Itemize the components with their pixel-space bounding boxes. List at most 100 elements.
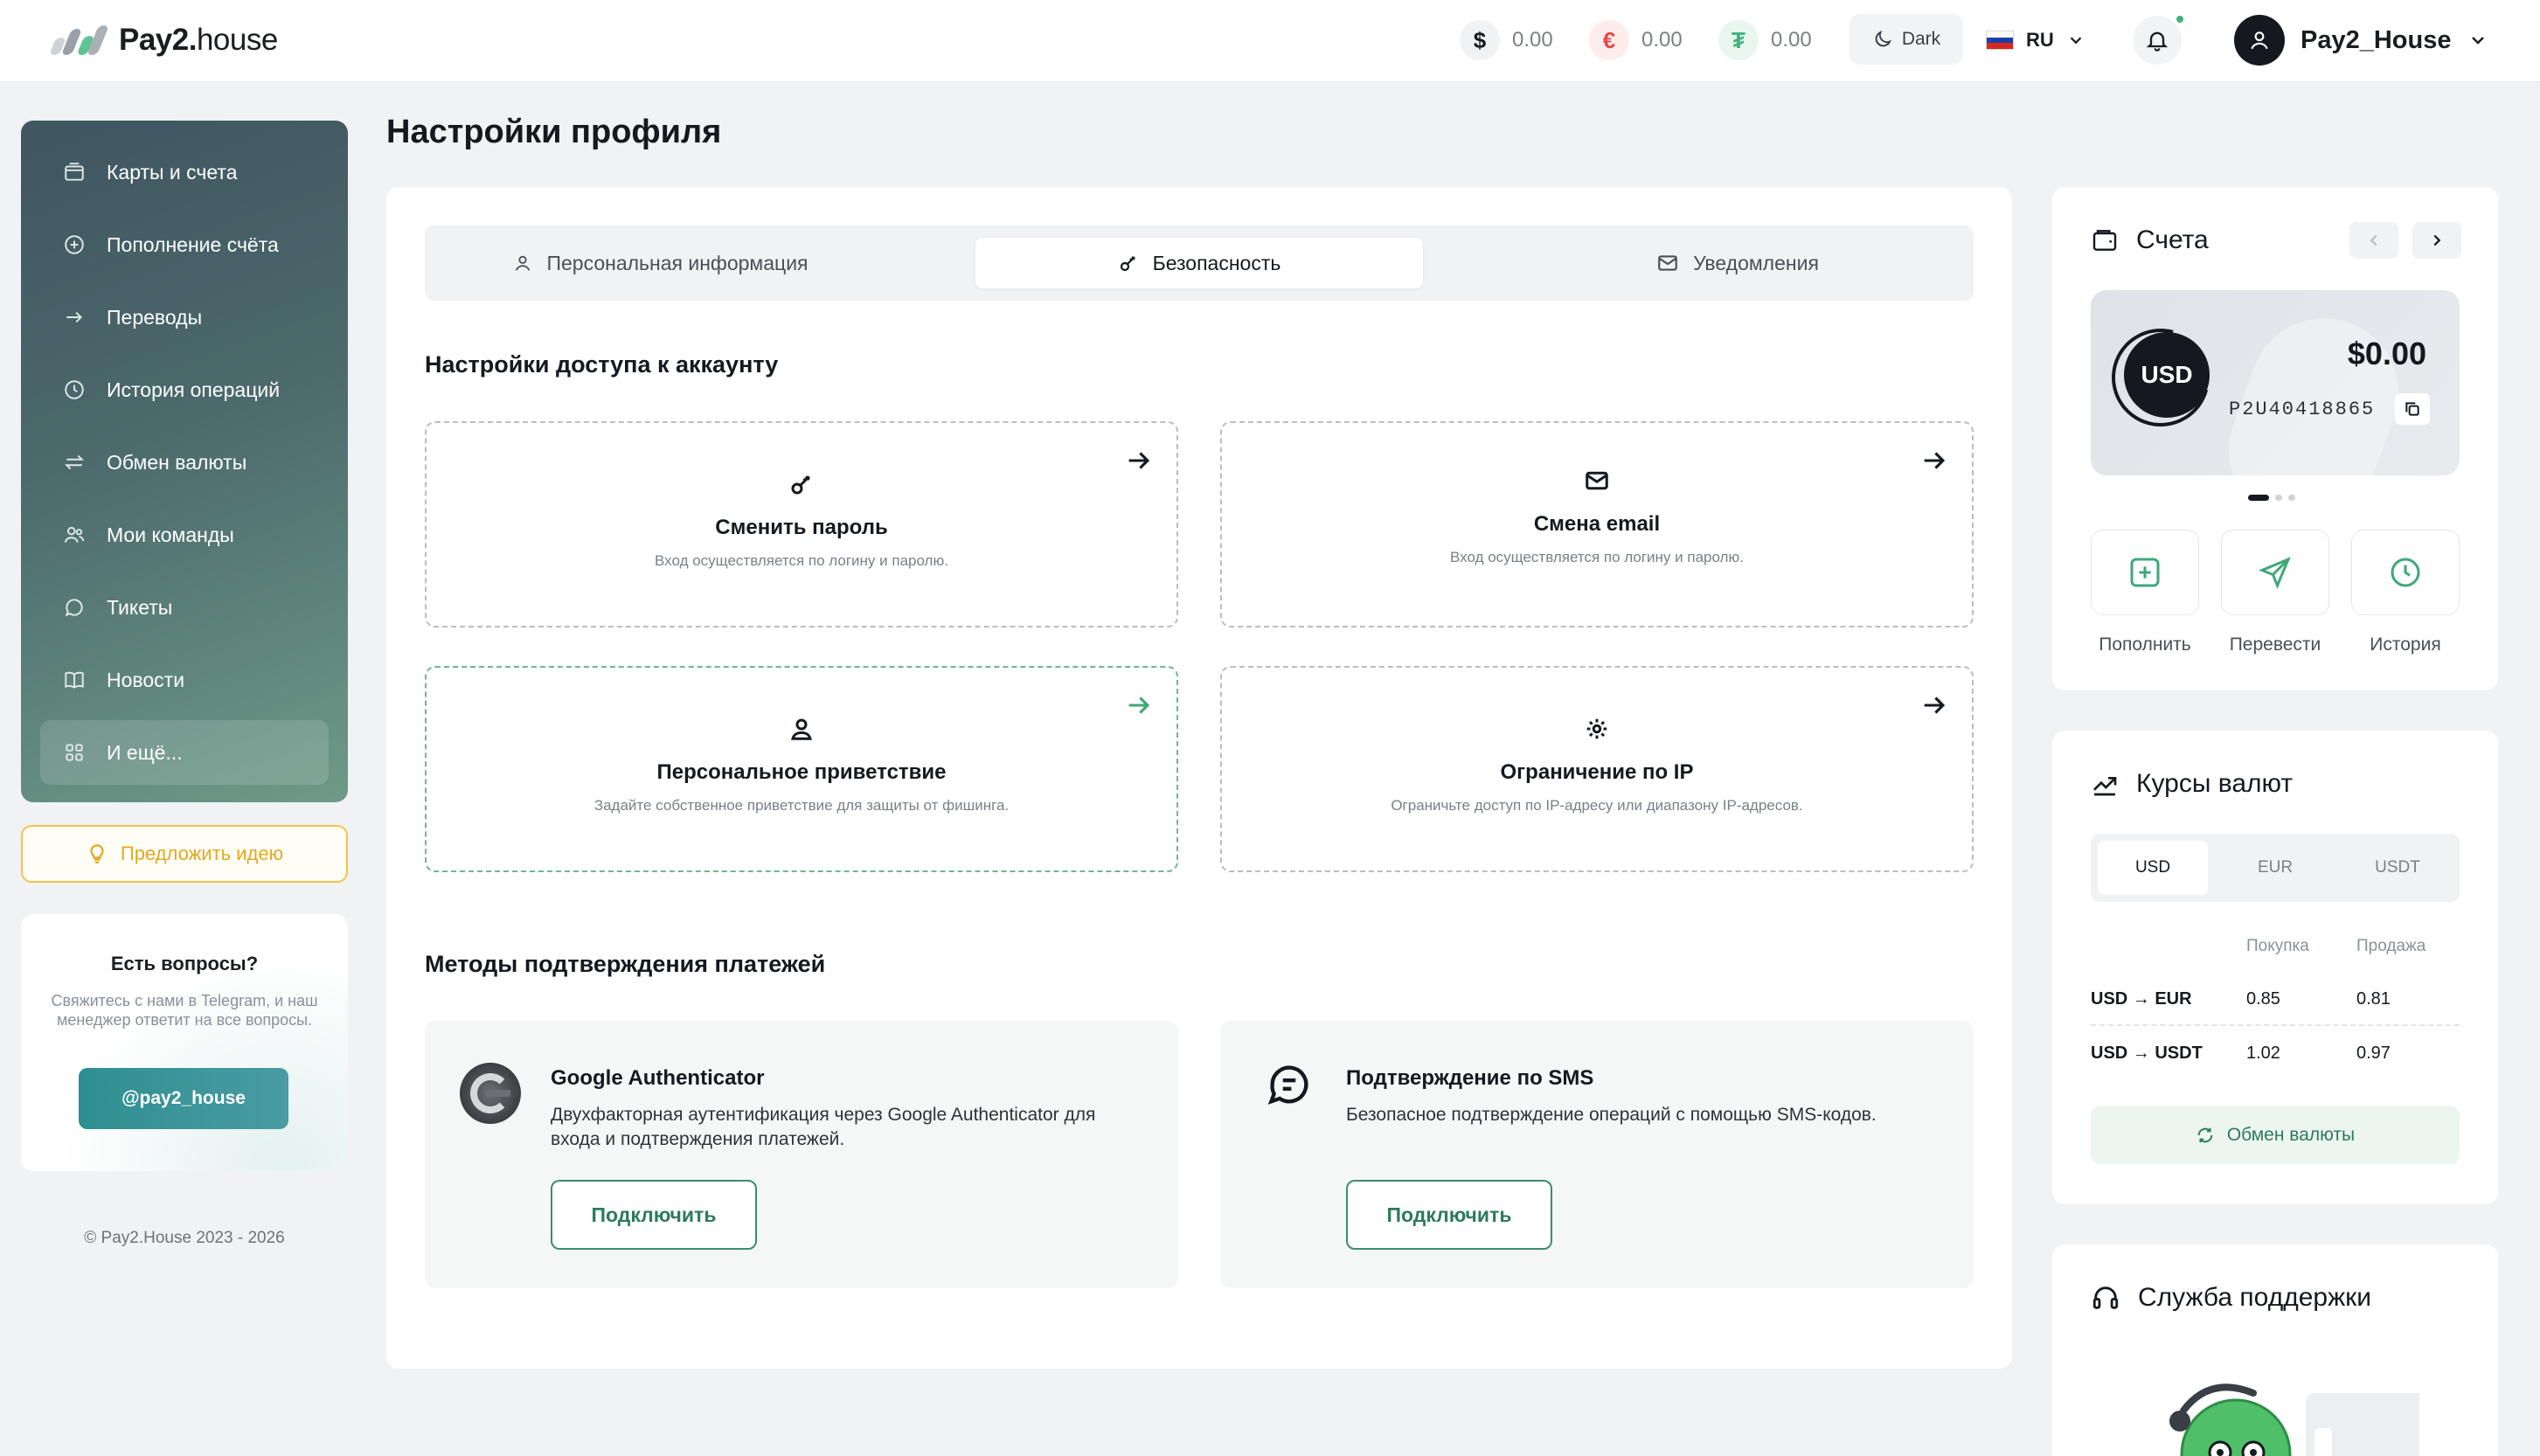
change-password-card[interactable]: Сменить пароль Вход осуществляется по ло…: [425, 421, 1178, 627]
notifications-button[interactable]: [2133, 16, 2182, 65]
wallet-icon: [63, 161, 86, 184]
language-selector[interactable]: RU: [1986, 19, 2085, 61]
help-card: Есть вопросы? Свяжитесь с нами в Telegra…: [21, 914, 348, 1171]
grid-icon: [63, 741, 86, 764]
connect-sms-button[interactable]: Подключить: [1346, 1180, 1552, 1250]
mail-icon: [1583, 467, 1611, 495]
tab-eur[interactable]: EUR: [2220, 841, 2330, 895]
sidebar-item-cards[interactable]: Карты и счета: [40, 140, 329, 205]
tether-icon: ₮: [1718, 20, 1759, 60]
tab-usd[interactable]: USD: [2098, 841, 2208, 895]
copy-button[interactable]: [2395, 393, 2430, 425]
rate-row: USD → USDT 1.02 0.97: [2091, 1026, 2460, 1080]
col-sell-header: Продажа: [2356, 937, 2426, 955]
tab-notifications[interactable]: Уведомления: [1514, 238, 1961, 288]
balance-usdt[interactable]: ₮ 0.00: [1718, 19, 1812, 61]
bell-icon: [2146, 31, 2169, 52]
telegram-button[interactable]: @pay2_house: [79, 1068, 288, 1129]
connect-google-auth-button[interactable]: Подключить: [551, 1180, 757, 1250]
rates-card: Курсы валют USD EUR USDT Покупка Продажа…: [2052, 731, 2498, 1204]
copy-icon: [2405, 402, 2419, 416]
send-icon: [2259, 557, 2291, 589]
logo[interactable]: Pay2.house: [48, 17, 346, 63]
suggest-idea-button[interactable]: Предложить идею: [21, 825, 348, 883]
personal-greeting-card[interactable]: Персональное приветствие Задайте собстве…: [425, 666, 1178, 872]
arrow-right-icon: [1924, 697, 1946, 714]
method-title: Google Authenticator: [551, 1066, 765, 1090]
currency-badge: USD: [2124, 332, 2210, 418]
sidebar-item-label: Пополнение счёта: [107, 232, 279, 256]
exchange-currency-button[interactable]: Обмен валюты: [2091, 1106, 2460, 1164]
balance-eur-value: 0.00: [1641, 28, 1683, 52]
user-icon: [788, 715, 815, 743]
rate-pair: USD → EUR: [2091, 989, 2192, 1009]
rates-title: Курсы валют: [2136, 769, 2294, 798]
action-label: История: [2370, 634, 2441, 655]
tab-personal-info[interactable]: Персональная информация: [437, 238, 885, 288]
page-title: Настройки профиля: [386, 114, 722, 150]
tab-usdt[interactable]: USDT: [2342, 841, 2453, 895]
arrow-right-icon: [1128, 452, 1150, 469]
sidebar-item-deposit[interactable]: Пополнение счёта: [40, 212, 329, 277]
methods-section-title: Методы подтверждения платежей: [425, 951, 826, 977]
chat-bubble-icon: [1267, 1065, 1308, 1105]
action-label: Пополнить: [2099, 634, 2191, 655]
arrow-right-icon: [1924, 452, 1946, 469]
support-header: Служба поддержки: [2091, 1283, 2371, 1313]
sidebar-item-exchange[interactable]: Обмен валюты: [40, 430, 329, 495]
sidebar-item-tickets[interactable]: Тикеты: [40, 575, 329, 640]
chevron-left-icon: [2370, 234, 2377, 246]
deposit-action[interactable]: Пополнить: [2091, 530, 2199, 655]
trending-up-icon: [2093, 777, 2117, 796]
euro-icon: €: [1589, 20, 1629, 60]
copyright: © Pay2.House 2023 - 2026: [84, 1229, 285, 1247]
balance-usd[interactable]: $ 0.00: [1460, 19, 1553, 61]
gear-icon: [1583, 715, 1611, 743]
transfer-action[interactable]: Перевести: [2221, 530, 2329, 655]
exchange-icon: [63, 451, 86, 474]
clock-icon: [63, 378, 86, 401]
ip-restriction-card[interactable]: Ограничение по IP Ограничьте доступ по I…: [1220, 666, 1974, 872]
sidebar-item-teams[interactable]: Мои команды: [40, 503, 329, 567]
help-text: Свяжитесь с нами в Telegram, и наш менед…: [51, 992, 318, 1029]
sidebar-item-history[interactable]: История операций: [40, 357, 329, 422]
support-title: Служба поддержки: [2138, 1283, 2372, 1312]
sidebar-item-label: И ещё...: [107, 740, 183, 764]
sidebar-item-label: Переводы: [107, 305, 203, 329]
rate-buy: 0.85: [2246, 989, 2280, 1009]
card-desc: Ограничьте доступ по IP-адресу или диапа…: [1391, 797, 1803, 814]
lightbulb-icon: [90, 844, 104, 863]
sidebar-item-label: Новости: [107, 668, 185, 691]
user-menu[interactable]: Pay2_House: [2234, 12, 2488, 68]
method-desc: Безопасное подтверждение операций с помо…: [1346, 1105, 1877, 1125]
next-account-button[interactable]: [2412, 222, 2461, 259]
method-desc: Двухфакторная аутентификация через Googl…: [551, 1105, 1096, 1149]
sidebar-item-news[interactable]: Новости: [40, 648, 329, 712]
refresh-icon: [2197, 1127, 2213, 1143]
sidebar-item-transfers[interactable]: Переводы: [40, 285, 329, 350]
theme-toggle-button[interactable]: Dark: [1849, 14, 1963, 65]
change-email-card[interactable]: Смена email Вход осуществляется по логин…: [1220, 421, 1974, 627]
flag-ru-icon: [1986, 31, 2014, 50]
balance-eur[interactable]: € 0.00: [1589, 19, 1683, 61]
headset-icon: [2092, 1286, 2119, 1309]
accounts-card: Счета USD $0.00 P2U40418865 Пополнить Пе…: [2052, 187, 2498, 690]
user-icon: [516, 255, 531, 271]
account-card[interactable]: USD $0.00 P2U40418865: [2091, 290, 2460, 475]
sidebar-item-more[interactable]: И ещё...: [40, 720, 329, 785]
card-title: Сменить пароль: [715, 516, 888, 539]
card-title: Персональное приветствие: [656, 760, 947, 784]
arrow-right-icon: [63, 306, 86, 329]
tab-security[interactable]: Безопасность: [975, 238, 1423, 288]
clock-icon: [2391, 558, 2420, 587]
prev-account-button[interactable]: [2349, 222, 2398, 259]
sidebar: Карты и счета Пополнение счёта Переводы …: [21, 121, 348, 802]
account-number: P2U40418865: [2229, 399, 2376, 420]
sms-confirmation-card: Подтверждение по SMS Безопасное подтверж…: [1220, 1021, 1974, 1288]
user-icon: [2251, 31, 2268, 50]
accounts-header: Счета: [2091, 225, 2209, 255]
mail-icon: [1658, 255, 1677, 271]
history-action[interactable]: История: [2351, 530, 2460, 655]
key-icon: [1120, 256, 1135, 272]
tab-label: Уведомления: [1693, 251, 1819, 274]
